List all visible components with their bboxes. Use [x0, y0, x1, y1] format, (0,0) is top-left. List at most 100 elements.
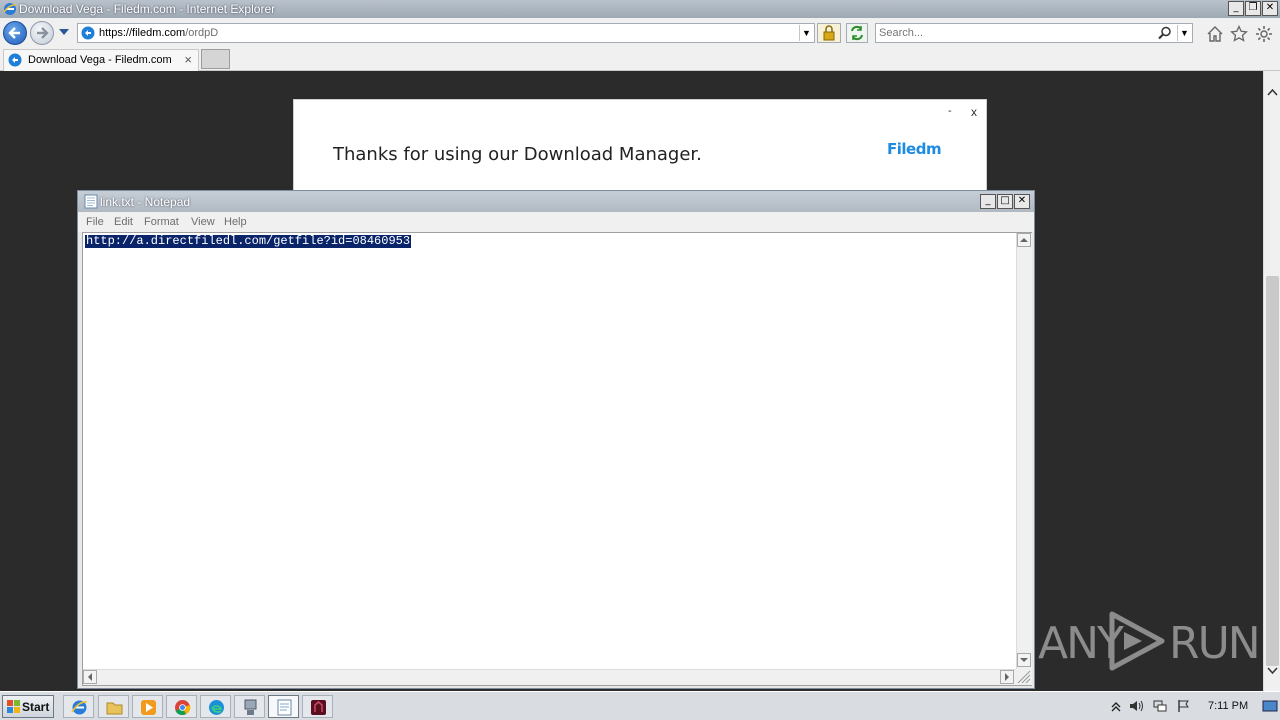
notepad-close-button[interactable]: ✕: [1014, 194, 1030, 209]
banner-message: Thanks for using our Download Manager.: [333, 144, 702, 165]
notepad-vertical-scrollbar[interactable]: [1016, 233, 1032, 669]
arrow-right-icon: [37, 27, 49, 39]
chevron-down-icon: [1020, 658, 1028, 662]
menu-file[interactable]: File: [86, 216, 104, 228]
chrome-icon: [175, 700, 191, 716]
taskbar-file-explorer[interactable]: [98, 695, 129, 718]
tab-bar: Download Vega - Filedm.com ×: [0, 47, 1280, 71]
scroll-left-button[interactable]: [83, 670, 97, 684]
taskbar-edge[interactable]: [200, 695, 231, 718]
edge-icon: [209, 700, 224, 715]
notepad-minimize-button[interactable]: _: [980, 194, 996, 209]
taskbar-chrome[interactable]: [166, 695, 197, 718]
navigation-bar: https://filedm.com/ordpD ▼ ▼: [0, 18, 1280, 47]
action-center-flag-icon[interactable]: [1177, 699, 1191, 713]
resize-grip[interactable]: [1016, 669, 1032, 685]
system-tray: 7:11 PM: [1104, 692, 1280, 720]
url-host: https://filedm.com: [99, 27, 186, 39]
show-desktop-icon[interactable]: [1262, 699, 1278, 713]
chevron-up-icon: [1020, 238, 1028, 242]
network-tool-icon: [244, 699, 257, 715]
notepad-titlebar[interactable]: link.txt - Notepad _ □ ✕: [78, 191, 1034, 212]
chevron-right-icon: [1005, 673, 1009, 681]
notepad-title: link.txt - Notepad: [100, 195, 191, 209]
close-button[interactable]: ✕: [1262, 1, 1278, 16]
recent-pages-dropdown-icon[interactable]: [58, 27, 70, 37]
back-button[interactable]: [3, 21, 27, 45]
home-icon[interactable]: [1206, 25, 1224, 43]
notepad-icon: [84, 194, 98, 209]
windows-logo-icon: [7, 700, 20, 713]
window-title: Download Vega - Filedm.com - Internet Ex…: [19, 2, 276, 16]
tab-label: Download Vega - Filedm.com: [28, 54, 172, 66]
download-manager-banner: - x Thanks for using our Download Manage…: [293, 99, 987, 191]
folder-icon: [106, 702, 123, 715]
address-dropdown-button[interactable]: ▼: [799, 25, 813, 41]
url-text: https://filedm.com/ordpD: [99, 27, 218, 39]
search-icon[interactable]: [1158, 26, 1172, 40]
gear-icon[interactable]: [1255, 25, 1273, 43]
play-logo-icon: [1109, 611, 1165, 671]
internet-explorer-icon: [71, 700, 88, 715]
taskbar-internet-explorer[interactable]: [63, 695, 94, 718]
search-input[interactable]: [879, 26, 1149, 40]
app-dark-red-icon: [311, 700, 326, 715]
scroll-down-button[interactable]: [1017, 653, 1031, 667]
selected-link-text[interactable]: http://a.directfiledl.com/getfile?id=084…: [85, 235, 412, 248]
banner-minimize-button[interactable]: -: [948, 105, 952, 117]
tab-download-vega[interactable]: Download Vega - Filedm.com ×: [3, 49, 199, 71]
media-player-icon: [141, 700, 156, 715]
minimize-button[interactable]: _: [1228, 1, 1244, 16]
start-label: Start: [22, 700, 50, 714]
network-icon[interactable]: [1153, 699, 1167, 713]
resize-grip-icon: [1017, 670, 1031, 684]
notepad-horizontal-scrollbar[interactable]: [83, 669, 1016, 685]
refresh-icon: [851, 25, 863, 41]
scroll-up-button[interactable]: [1017, 233, 1031, 247]
menu-view[interactable]: View: [191, 216, 215, 228]
lock-icon: [823, 25, 835, 41]
clock[interactable]: 7:11 PM: [1208, 700, 1248, 712]
forward-button[interactable]: [30, 21, 54, 45]
search-dropdown-button[interactable]: ▼: [1177, 25, 1191, 41]
refresh-button[interactable]: [846, 23, 868, 43]
chevron-left-icon: [88, 673, 92, 681]
address-bar[interactable]: https://filedm.com/ordpD ▼: [77, 23, 815, 43]
menu-help[interactable]: Help: [224, 216, 247, 228]
show-hidden-icons-icon[interactable]: [1109, 699, 1123, 713]
scroll-right-button[interactable]: [1000, 670, 1014, 684]
banner-close-button[interactable]: x: [971, 105, 977, 119]
taskbar-dark-red-app[interactable]: [302, 695, 333, 718]
scrollbar-thumb[interactable]: [1266, 276, 1279, 666]
restore-button[interactable]: ❐: [1245, 1, 1261, 16]
notepad-text-area[interactable]: http://a.directfiledl.com/getfile?id=084…: [82, 232, 1032, 686]
menu-format[interactable]: Format: [144, 216, 179, 228]
tab-close-icon[interactable]: ×: [184, 52, 192, 67]
new-tab-button[interactable]: [201, 49, 230, 69]
volume-icon[interactable]: [1129, 699, 1143, 713]
site-favicon-icon: [81, 26, 95, 40]
start-button[interactable]: Start: [2, 695, 54, 718]
menu-edit[interactable]: Edit: [114, 216, 133, 228]
taskbar-network-tool[interactable]: [234, 695, 265, 718]
taskbar-notepad[interactable]: [268, 695, 299, 718]
ie-titlebar: Download Vega - Filedm.com - Internet Ex…: [0, 0, 1280, 18]
watermark-run: RUN: [1169, 618, 1261, 669]
scroll-down-icon[interactable]: [1267, 665, 1278, 676]
notepad-window: link.txt - Notepad _ □ ✕ File Edit Forma…: [77, 190, 1035, 689]
favorites-star-icon[interactable]: [1230, 25, 1248, 43]
internet-explorer-icon: [3, 3, 17, 15]
security-lock-button[interactable]: [817, 23, 841, 43]
notepad-maximize-button[interactable]: □: [997, 194, 1013, 209]
search-box[interactable]: ▼: [875, 23, 1193, 43]
site-favicon-icon: [8, 53, 22, 67]
taskbar-media-player[interactable]: [132, 695, 163, 718]
anyrun-watermark: ANY RUN: [1038, 610, 1261, 674]
url-path: /ordpD: [185, 27, 219, 39]
taskbar: Start 7:11 PM: [0, 691, 1280, 720]
notepad-icon: [277, 699, 292, 716]
filedm-logo[interactable]: Filedm: [887, 140, 942, 158]
scroll-up-icon[interactable]: [1267, 87, 1278, 98]
notepad-menubar: File Edit Format View Help: [78, 212, 1034, 232]
page-scrollbar[interactable]: [1263, 71, 1280, 691]
